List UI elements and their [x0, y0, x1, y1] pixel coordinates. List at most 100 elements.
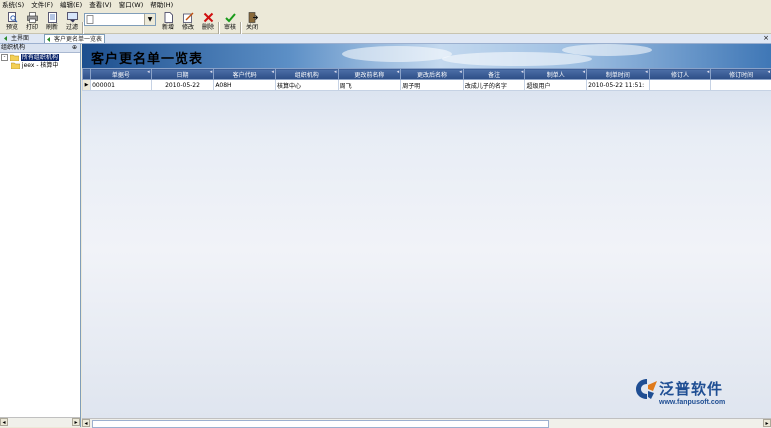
delete-x-icon	[203, 12, 214, 23]
print-button[interactable]: 打印	[22, 11, 42, 32]
table-cell[interactable]: 超级用户	[525, 80, 587, 91]
toolbar-combo[interactable]: ▼	[84, 13, 156, 26]
table-row[interactable]: ▶ 000001 2010-05-22 A08H 核算中心 周飞 周子明 改成儿…	[83, 80, 771, 91]
exit-door-icon	[247, 12, 258, 23]
column-header[interactable]: 组织机构◂	[275, 69, 338, 80]
close-icon[interactable]: ×	[763, 34, 769, 43]
folder-icon	[11, 62, 20, 69]
column-header[interactable]: 备注◂	[463, 69, 525, 80]
preview-icon	[7, 12, 18, 23]
arrow-icon	[47, 37, 52, 42]
chevron-down-icon[interactable]: ▼	[144, 14, 155, 25]
pin-icon[interactable]: ⊕	[72, 44, 77, 52]
brand-name: 泛普软件	[659, 378, 723, 399]
table-cell[interactable]: 周子明	[401, 80, 464, 91]
tab-customer-rename-list[interactable]: 客户更名单一览表	[44, 34, 105, 43]
filter-arrow-icon[interactable]: ◂	[521, 69, 524, 75]
menu-help[interactable]: 帮助(H)	[148, 0, 178, 10]
tree-node-root[interactable]: - 所有组织机构	[1, 54, 59, 62]
table-cell[interactable]: 2010-05-22 11:51:	[587, 80, 650, 91]
filter-arrow-icon[interactable]: ◂	[271, 69, 274, 75]
table-cell[interactable]	[649, 80, 711, 91]
scroll-right-icon[interactable]: ▸	[72, 418, 80, 426]
arrow-icon	[4, 36, 9, 41]
tree-node-child[interactable]: jeex - 核算中	[11, 62, 58, 70]
column-header[interactable]: 日期◂	[151, 69, 214, 80]
table-header-row: 单据号◂ 日期◂ 客户代码◂ 组织机构◂ 更改前名称◂ 更改后名称◂ 备注◂ 制…	[83, 69, 771, 80]
filter-arrow-icon[interactable]: ◂	[583, 69, 586, 75]
collapse-icon[interactable]: -	[1, 54, 8, 61]
document-icon	[86, 15, 95, 24]
filter-arrow-icon[interactable]: ◂	[397, 69, 400, 75]
table-cell[interactable]: 改成儿子的名字	[463, 80, 525, 91]
table-cell[interactable]: 2010-05-22	[151, 80, 214, 91]
filter-arrow-icon[interactable]: ◂	[767, 69, 770, 75]
menu-view[interactable]: 查看(V)	[87, 0, 117, 10]
left-horizontal-scrollbar[interactable]: ◂ ▸	[0, 417, 80, 427]
column-header[interactable]: 客户代码◂	[214, 69, 276, 80]
filter-arrow-icon[interactable]: ◂	[645, 69, 648, 75]
tab-main[interactable]: 主界面	[2, 34, 31, 43]
scroll-left-icon[interactable]: ◂	[0, 418, 8, 426]
preview-button[interactable]: 预览	[2, 11, 22, 32]
main-content: 客户更名单一览表 单据号◂ 日期◂ 客户代码◂ 组织机构◂ 更改前名称◂ 更改后…	[82, 44, 771, 418]
new-document-icon	[163, 12, 174, 23]
scroll-left-icon[interactable]: ◂	[82, 419, 90, 427]
table-cell[interactable]: 周飞	[338, 80, 401, 91]
column-header[interactable]: 修订人◂	[649, 69, 711, 80]
approve-label: 审核	[220, 24, 240, 31]
menu-edit[interactable]: 编辑(E)	[58, 0, 87, 10]
brand-watermark: 泛普软件 www.fanpusoft.com	[635, 378, 765, 412]
edit-button[interactable]: 修改	[178, 11, 198, 32]
org-tree-panel: 组织机构 ⊕ - 所有组织机构 jeex - 核算中 ◂ ▸	[0, 44, 81, 427]
column-header[interactable]: 单据号◂	[91, 69, 152, 80]
menu-window[interactable]: 窗口(W)	[117, 0, 149, 10]
filter-arrow-icon[interactable]: ◂	[459, 69, 462, 75]
tree-node-child-label: jeex - 核算中	[22, 62, 58, 69]
org-tree-title: 组织机构	[1, 44, 25, 51]
edit-label: 修改	[178, 24, 198, 31]
page-title: 客户更名单一览表	[91, 48, 203, 67]
table-cell[interactable]: A08H	[214, 80, 276, 91]
menu-file[interactable]: 文件(F)	[29, 0, 58, 10]
menu-bar: 系统(S) 文件(F) 编辑(E) 查看(V) 窗口(W) 帮助(H)	[0, 0, 771, 10]
filter-icon	[67, 12, 78, 23]
menu-system[interactable]: 系统(S)	[0, 0, 29, 10]
column-header[interactable]: 更改后名称◂	[401, 69, 464, 80]
table-cell[interactable]	[711, 80, 771, 91]
cloud-decoration	[342, 46, 452, 62]
filter-arrow-icon[interactable]: ◂	[147, 69, 150, 75]
row-indicator-header	[83, 69, 91, 80]
tab-bar: 主界面 客户更名单一览表 ×	[0, 34, 771, 44]
table-cell[interactable]: 000001	[91, 80, 152, 91]
current-row-indicator-icon: ▶	[83, 80, 91, 91]
print-icon	[27, 12, 38, 23]
tab-main-label: 主界面	[11, 35, 29, 42]
brand-logo-icon	[635, 378, 659, 400]
close-button[interactable]: 关闭	[242, 11, 262, 32]
cloud-decoration	[562, 44, 652, 56]
delete-button[interactable]: 删除	[198, 11, 218, 32]
tab-customer-rename-list-label: 客户更名单一览表	[54, 36, 102, 43]
filter-arrow-icon[interactable]: ◂	[210, 69, 213, 75]
edit-pencil-icon	[183, 12, 194, 23]
refresh-button[interactable]: 刷新	[42, 11, 62, 32]
filter-label: 过滤	[62, 24, 82, 31]
column-header[interactable]: 更改前名称◂	[338, 69, 401, 80]
filter-button[interactable]: 过滤	[62, 11, 82, 32]
brand-url: www.fanpusoft.com	[659, 399, 725, 406]
print-label: 打印	[22, 24, 42, 31]
scroll-right-icon[interactable]: ▸	[763, 419, 771, 427]
org-tree-header: 组织机构 ⊕	[0, 44, 80, 53]
table-cell[interactable]: 核算中心	[275, 80, 338, 91]
close-label: 关闭	[242, 24, 262, 31]
column-header[interactable]: 制单人◂	[525, 69, 587, 80]
new-label: 新增	[158, 24, 178, 31]
column-header[interactable]: 修订时间◂	[711, 69, 771, 80]
column-header[interactable]: 制单时间◂	[587, 69, 650, 80]
filter-arrow-icon[interactable]: ◂	[707, 69, 710, 75]
tree-node-root-label: 所有组织机构	[21, 54, 59, 61]
new-button[interactable]: 新增	[158, 11, 178, 32]
filter-arrow-icon[interactable]: ◂	[334, 69, 337, 75]
approve-button[interactable]: 审核	[220, 11, 240, 32]
